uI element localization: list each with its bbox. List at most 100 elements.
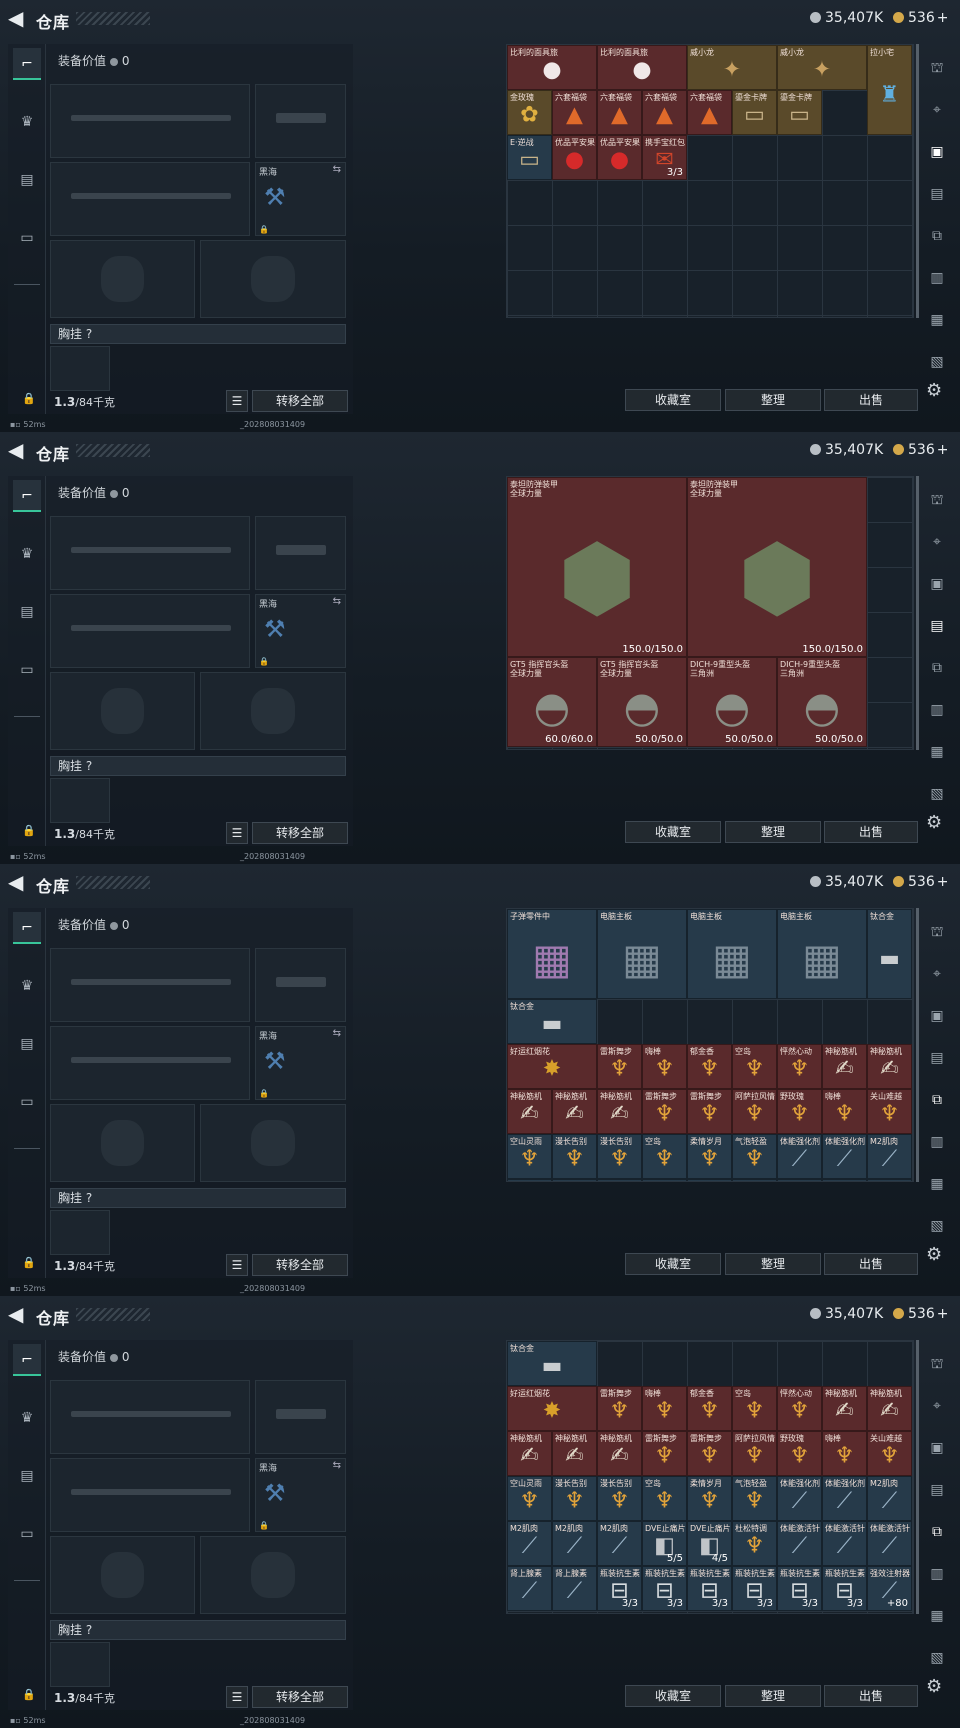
stash-item[interactable]: E·逆战 ▭ [507,135,552,180]
helmet-slot[interactable] [50,240,195,318]
stash-tab-7[interactable]: ▦ [922,300,952,340]
stash-item[interactable]: 瓶装抗生素 ⊟ 3/3 [597,1566,642,1611]
list-icon[interactable]: ☰ [226,1254,248,1276]
sort-button[interactable]: 整理 [725,389,821,411]
stash-item[interactable]: M2肌肉⟋ [867,1134,912,1179]
primary-weapon-slot[interactable] [50,948,250,1022]
melee-slot[interactable]: 黑海 ⇆ ⚒ 🔒 [255,1458,346,1532]
gold-currency[interactable]: 536 + [893,442,948,458]
stash-item[interactable]: 体能强化剂 ⟋ [777,1476,822,1521]
stash-item[interactable]: 金玫瑰 ✿ [507,90,552,135]
stash-item[interactable]: M2肌肉⟋ [552,1521,597,1566]
collection-button[interactable]: 收藏室 [625,821,721,843]
helmet-tab[interactable]: ♛ [13,538,41,570]
stash-item[interactable]: 优品平安果 ● [552,135,597,180]
stash-item[interactable]: 空岛 ♆ [642,1476,687,1521]
stash-item[interactable]: 电脑主板 ▦ [687,909,777,999]
stash-item[interactable]: 神秘筋机 ✍ [822,1386,867,1431]
stash-item[interactable]: M2肌肉⟋ [867,1476,912,1521]
stash-tab-6[interactable]: ▥ [922,258,952,298]
stash-item[interactable]: 体能激活针⟋ [867,1521,912,1566]
secondary-weapon-slot[interactable] [50,162,250,236]
stash-item[interactable]: 肾上腺素 ⟋ [507,1566,552,1611]
stash-tab-8[interactable]: ▧ [922,1638,952,1678]
stash-item[interactable]: 体能激活针⟋ [777,1179,822,1181]
stash-item[interactable]: 雷斯舞步 ♆ [597,1044,642,1089]
stash-tab-3[interactable]: ▣ [922,1428,952,1468]
stash-item[interactable]: 体能激活针⟋ [777,1521,822,1566]
stash-tab-3[interactable]: ▣ [922,564,952,604]
stash-item[interactable]: 泰坦防弹装甲 全球力量 ⬢ 150.0/150.0 [687,477,867,657]
stash-tab-3[interactable]: ▣ [922,132,952,172]
swap-icon[interactable]: ⇆ [333,164,341,175]
primary-weapon-slot[interactable] [50,84,250,158]
stash-tab-2[interactable]: ⌖ [922,1386,952,1426]
stash-item[interactable]: 瓶装抗生素 ⊟ 3/3 [642,1566,687,1611]
chest-info-icon[interactable]: ? [86,1191,92,1205]
stash-item[interactable]: 瓶装抗生素 ⊟ 3/3 [732,1566,777,1611]
armor-slot[interactable] [200,1536,346,1614]
helmet-slot[interactable] [50,672,195,750]
stash-item[interactable]: DVE止痛片◧5/5 [642,1179,687,1181]
vest-tab[interactable]: ▤ [13,1460,41,1492]
stash-item[interactable]: 漫长告别 ♆ [552,1476,597,1521]
stash-tab-4[interactable]: ▤ [922,1470,952,1510]
stash-item[interactable]: 阿萨拉风情 ♆ [732,1431,777,1476]
stash-item[interactable]: 子弹零件中 ▦ [507,909,597,999]
stash-item[interactable]: 比利的面具旅 ● [507,45,597,90]
stash-item[interactable]: 雷斯舞步 ♆ [642,1431,687,1476]
stash-item[interactable]: 神秘筋机 ✍ [822,1044,867,1089]
helmet-tab[interactable]: ♛ [13,106,41,138]
backpack-tab[interactable]: ▭ [13,654,41,686]
settings-icon[interactable]: ⚙ [926,380,942,401]
stash-item[interactable]: 神秘筋机 ✍ [597,1431,642,1476]
stash-tab-8[interactable]: ▧ [922,1206,952,1246]
stash-item[interactable]: DICH-9重型头盔 三角洲 ◓ 50.0/50.0 [777,657,867,747]
gun-tab[interactable]: ⌐ [13,480,41,512]
gun-tab[interactable]: ⌐ [13,48,41,80]
stash-item[interactable]: 神秘筋机 ✍ [507,1089,552,1134]
secondary-weapon-slot[interactable] [50,1458,250,1532]
stash-item[interactable]: 体能强化剂 ⟋ [822,1134,867,1179]
backpack-tab[interactable]: ▭ [13,222,41,254]
stash-tab-4[interactable]: ▤ [922,174,952,214]
stash-item[interactable]: 瓶装抗生素 ⊟ 3/3 [777,1566,822,1611]
stash-item[interactable]: M2肌肉⟋ [552,1179,597,1181]
collection-button[interactable]: 收藏室 [625,389,721,411]
stash-tab-1[interactable]: ⛫ [922,1344,952,1384]
helmet-tab[interactable]: ♛ [13,1402,41,1434]
stash-tab-6[interactable]: ▥ [922,690,952,730]
stash-item[interactable]: 漫长告别 ♆ [597,1476,642,1521]
stash-item[interactable]: 杜松特调♆ [732,1521,777,1566]
vest-tab[interactable]: ▤ [13,596,41,628]
pistol-slot[interactable] [255,948,346,1022]
chest-rig-slot[interactable]: 胸挂 ? [50,1620,346,1640]
stash-item[interactable]: 体能强化剂 ⟋ [822,1476,867,1521]
settings-icon[interactable]: ⚙ [926,1244,942,1265]
sell-button[interactable]: 出售 [824,1253,918,1275]
stash-item[interactable]: 嗨棒 ♆ [822,1431,867,1476]
move-all-button[interactable]: 转移全部 [252,1686,348,1708]
move-all-button[interactable]: 转移全部 [252,390,348,412]
pistol-slot[interactable] [255,516,346,590]
stash-item[interactable]: 电脑主板 ▦ [777,909,867,999]
list-icon[interactable]: ☰ [226,390,248,412]
swap-icon[interactable]: ⇆ [333,1028,341,1039]
stash-tab-7[interactable]: ▦ [922,1164,952,1204]
pistol-slot[interactable] [255,84,346,158]
stash-item[interactable]: 柔情岁月 ♆ [687,1134,732,1179]
stash-item[interactable]: M2肌肉⟋ [507,1521,552,1566]
chest-info-icon[interactable]: ? [86,327,92,341]
helmet-slot[interactable] [50,1536,195,1614]
stash-item[interactable]: 威小龙 ✦ [777,45,867,90]
list-icon[interactable]: ☰ [226,1686,248,1708]
secondary-weapon-slot[interactable] [50,1026,250,1100]
stash-item[interactable]: 空岛 ♆ [732,1044,777,1089]
melee-slot[interactable]: 黑海 ⇆ ⚒ 🔒 [255,1026,346,1100]
gold-currency[interactable]: 536 + [893,10,948,26]
stash-item[interactable]: 六套福袋 ▲ [642,90,687,135]
stash-item[interactable]: 怦然心动 ♆ [777,1386,822,1431]
helmet-tab[interactable]: ♛ [13,970,41,1002]
stash-item[interactable]: 比利的面具旅 ● [597,45,687,90]
stash-item[interactable]: 空岛 ♆ [642,1134,687,1179]
